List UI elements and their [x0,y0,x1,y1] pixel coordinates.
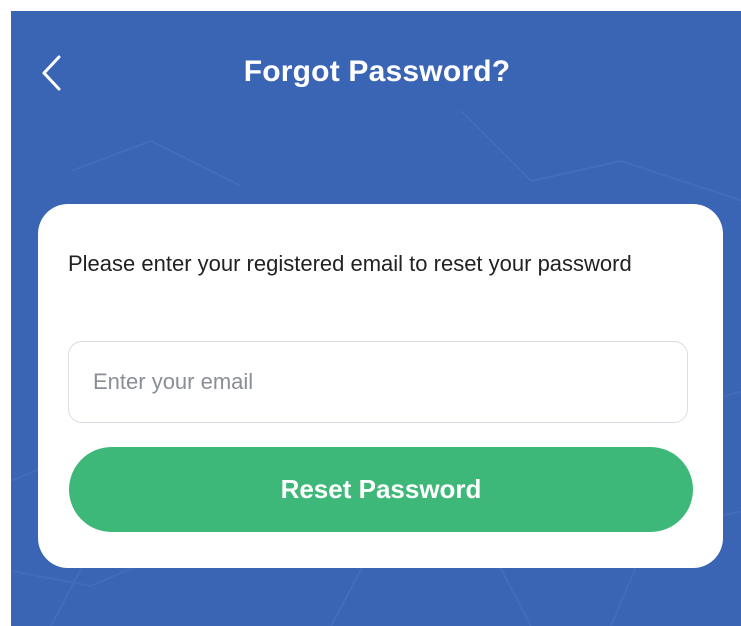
page-title: Forgot Password? [243,55,511,88]
email-field[interactable] [68,341,688,423]
reset-card: Please enter your registered email to re… [38,204,723,568]
forgot-password-screen: Forgot Password? Please enter your regis… [11,11,741,626]
reset-password-button[interactable]: Reset Password [69,447,693,532]
email-input[interactable] [69,342,687,422]
instruction-text: Please enter your registered email to re… [68,251,632,276]
